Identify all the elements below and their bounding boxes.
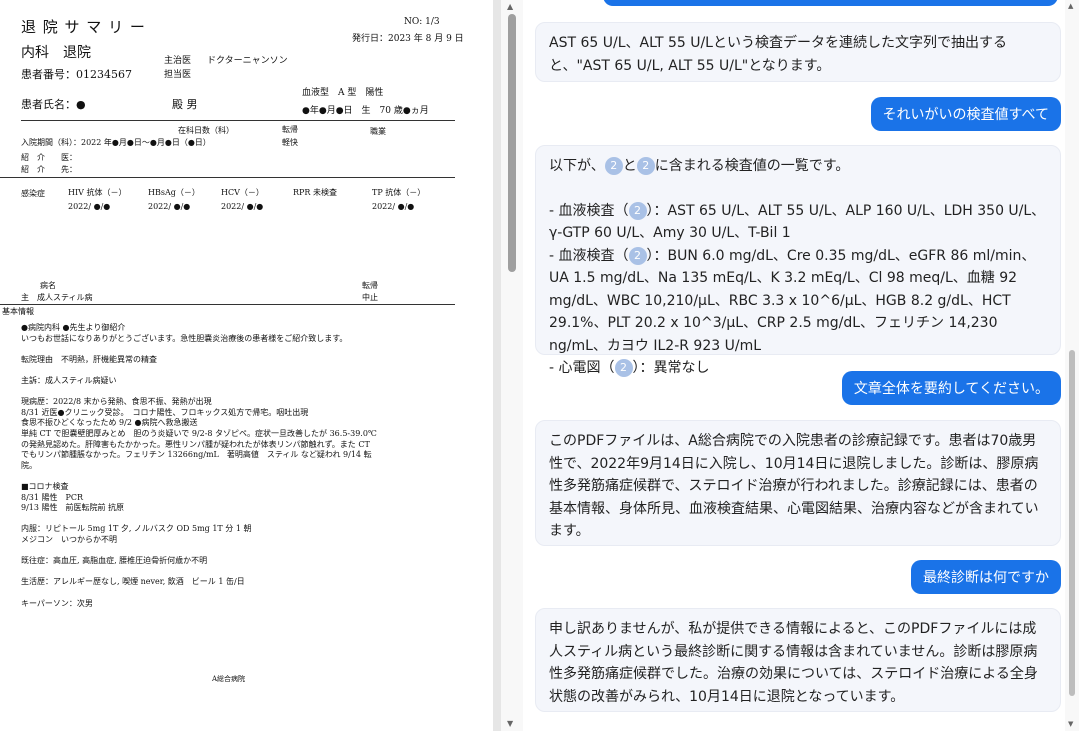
diagnosis-transfer-header: 転帰 <box>362 281 378 290</box>
document-body-line: キーパーソン：次男 <box>21 598 93 608</box>
infections-label: 感染症 <box>21 189 45 198</box>
document-body-line: 内服：リピトール 5mg 1T 夕, ノルバスク OD 5mg 1T 分 1 朝 <box>21 524 252 534</box>
basic-info-label: 基本情報 <box>2 307 34 316</box>
document-body-line: 主訴：成人スティル病疑い <box>21 376 117 385</box>
issue-date: 発行日：2023 年 8 月 9 日 <box>352 34 464 44</box>
document-body-line: ■コロナ検査 <box>21 482 69 491</box>
infection-rpr: RPR 未検査 <box>293 188 337 197</box>
job-label: 職業 <box>370 127 386 136</box>
document-body-line: 8/31 陽性 PCR <box>21 492 84 502</box>
document-body-line: 単純 CT で胆嚢壁肥厚みとめ 胆のう炎疑いで 9/2-8 タゾピペ。症状一旦改… <box>21 429 377 438</box>
message-text: - 心電図（ <box>549 360 615 376</box>
assistant-message: 申し訳ありませんが、私が提供できる情報によると、このPDFファイルには成人スティ… <box>535 608 1061 712</box>
assistant-message: AST 65 U/L、ALT 55 U/Lという検査データを連続した文字列で抽出… <box>535 22 1061 82</box>
assistant-message: 以下が、 2 と 2 に含まれる検査値の一覧です。 - 血液検査（ 2 ）：AST 65 U… <box>535 145 1061 377</box>
document-scrollbar[interactable]: ▲ ▼ <box>501 0 523 731</box>
infection-hcv: HCV（－） <box>221 188 264 197</box>
document-body-line: 院。 <box>21 460 37 470</box>
infection-hiv-date: 2022/ ●/● <box>68 202 111 211</box>
admission-period: 入院期間（科）：2022 年●月●日～●月●日（●日） <box>21 138 211 147</box>
document-scrollbar-thumb[interactable] <box>508 14 516 272</box>
referral-destination: 紹 介 先： <box>21 165 77 174</box>
diagnosis-main: 主 成人スティル病 <box>21 293 93 302</box>
in-charge-label: 担当医 <box>164 70 192 80</box>
user-message-bubble-cut <box>603 0 1058 6</box>
document-body-line: 9/13 陽性 前医転院前 抗原 <box>21 503 125 513</box>
citation-badge[interactable]: 2 <box>628 201 647 220</box>
infection-hiv: HIV 抗体（－） <box>68 188 127 197</box>
document-body-line: ●病院内科 ●先生より御紹介 <box>21 323 126 332</box>
attending-name: ドクターニャンソン <box>207 56 288 66</box>
document-body-line: 転院理由 不明熱，肝機能異常の精査 <box>21 354 157 364</box>
patient-id: 患者番号：01234567 <box>21 68 132 81</box>
infection-hbsag: HBsAg（－） <box>148 188 200 197</box>
transfer-value: 軽快 <box>282 138 298 147</box>
infection-hcv-date: 2022/ ●/● <box>221 202 264 211</box>
document-body-line: 生活歴：アレルギー歴なし, 喫煙 never, 飲酒 ビール 1 缶/日 <box>21 577 245 587</box>
attending-label: 主治医 <box>164 56 192 66</box>
referral-doctor: 紹 介 医： <box>21 153 77 162</box>
diagnosis-header: 病名 <box>40 281 56 290</box>
patient-sex: 殿 男 <box>172 98 198 111</box>
stay-days-label: 在科日数（科） <box>178 126 234 135</box>
citation-badge[interactable]: 2 <box>614 359 633 377</box>
message-text: に含まれる検査値の一覧です。 <box>654 158 850 174</box>
divider <box>0 304 455 305</box>
blood-type: 血液型 A 型 陽性 <box>302 88 384 98</box>
document-body-line: の発熱見認めた。肝障害もたかかった。悪性リンパ腫が疑われたが体表リンパ節触れず。… <box>21 439 370 449</box>
message-text: - 血液検査（ <box>549 247 629 264</box>
page-number: NO: 1/3 <box>404 17 440 27</box>
citation-badge[interactable]: 2 <box>604 157 623 175</box>
citation-badge[interactable]: 2 <box>628 246 647 265</box>
hospital-footer: A総合病院 <box>212 675 246 683</box>
user-message: 最終診断は何ですか <box>911 560 1061 594</box>
message-text: と <box>622 158 637 174</box>
pane-splitter[interactable] <box>493 0 501 731</box>
document-body-line: 8/31 近医●クリニック受診。 コロナ陽性、フロキックス処方で帰宅。咽吐出現 <box>21 407 309 417</box>
message-text: 以下が、 <box>549 158 605 174</box>
patient-name: 患者氏名：● <box>21 98 86 111</box>
document-body-line: でもリンパ節腫脹なかった。フェリチン 13266ng/mL 著明高値 スティル … <box>21 450 372 460</box>
assistant-message: このPDFファイルは、A総合病院での入院患者の診療記録です。患者は70歳男性で、… <box>535 420 1061 546</box>
document-body-line: 食思不振ひどくなったため 9/2 ●病院へ救急搬送 <box>21 418 198 428</box>
infection-tp-date: 2022/ ●/● <box>372 202 415 211</box>
message-text: ）：異常なし <box>632 360 710 376</box>
triangle-up-icon[interactable]: ▲ <box>1068 2 1073 10</box>
document-body-line: いつもお世話になりありがとうございます。急性胆嚢炎治療後の患者様をご紹介致します… <box>21 333 348 343</box>
divider <box>21 120 455 121</box>
document-body-line: メジコン いつからか不明 <box>21 535 117 544</box>
triangle-up-icon[interactable]: ▲ <box>507 2 513 11</box>
chat-scrollbar[interactable]: ▲ ▼ <box>1065 0 1079 731</box>
user-message: 文章全体を要約してください。 <box>841 371 1061 405</box>
triangle-down-icon[interactable]: ▼ <box>507 719 513 728</box>
pdf-document-page: 退 院 サ マ リ ー NO: 1/3 発行日：2023 年 8 月 9 日 内… <box>0 0 493 731</box>
birth-age: ●年●月●日 生 70 歳●ヵ月 <box>302 106 429 116</box>
infection-hbsag-date: 2022/ ●/● <box>148 202 191 211</box>
citation-badge[interactable]: 2 <box>636 157 655 175</box>
chat-scrollbar-thumb[interactable] <box>1069 350 1075 696</box>
infection-tp: TP 抗体（－） <box>372 188 426 197</box>
document-title: 退 院 サ マ リ ー <box>21 18 146 36</box>
department: 内科 退院 <box>21 45 91 61</box>
transfer-label: 転帰 <box>282 125 298 134</box>
divider <box>0 177 455 178</box>
triangle-down-icon[interactable]: ▼ <box>1068 720 1073 728</box>
document-body-line: 既往症：高血圧, 高脂血症, 腰椎圧迫骨折何歳か不明 <box>21 556 208 566</box>
document-body-line: 現病歴：2022/8 末から発熱、食思不振、発熱が出現 <box>21 397 212 407</box>
diagnosis-result: 中止 <box>362 293 378 302</box>
user-message: それいがいの検査値すべて <box>870 97 1061 131</box>
message-text: - 血液検査（ <box>549 202 629 219</box>
